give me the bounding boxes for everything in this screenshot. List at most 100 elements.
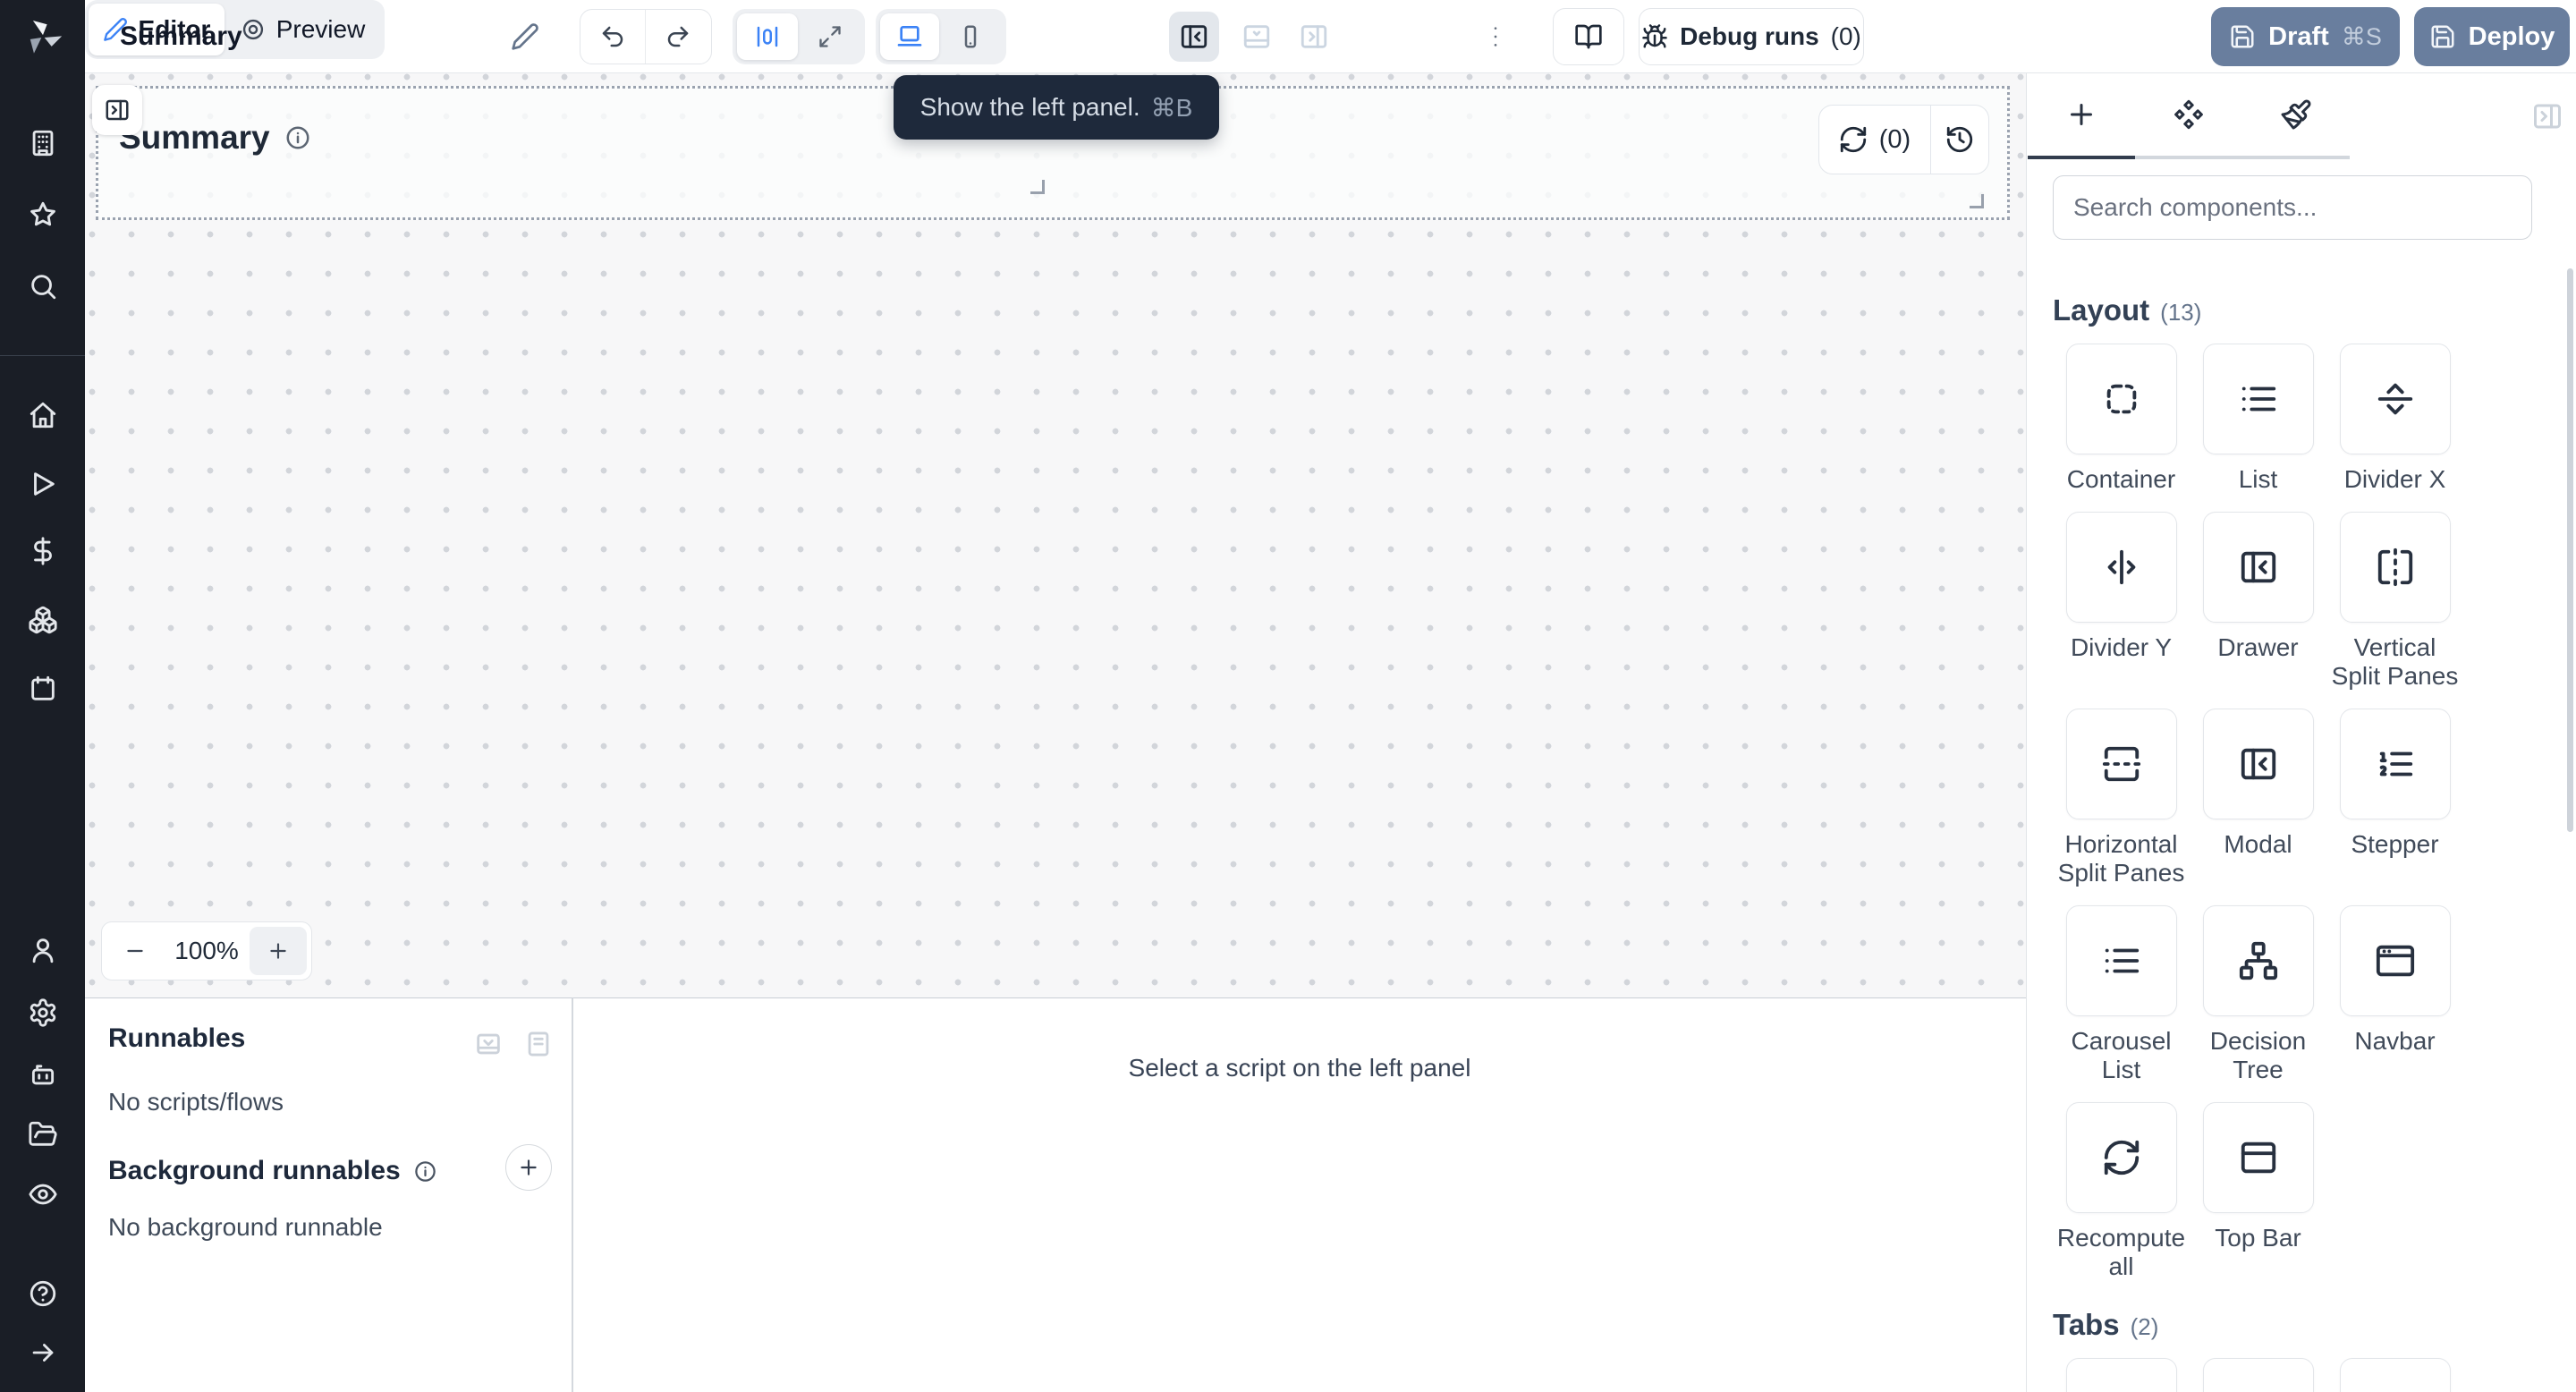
app-canvas[interactable]: Summary (0) Show the left panel. ⌘B 100% bbox=[85, 73, 2026, 997]
mobile-view-button[interactable] bbox=[943, 13, 998, 60]
tab-insert-component[interactable] bbox=[2028, 73, 2135, 159]
zoom-out-button[interactable] bbox=[106, 927, 164, 975]
debug-runs-button[interactable]: Debug runs (0) bbox=[1639, 8, 1864, 65]
sidebar-item-settings[interactable] bbox=[0, 991, 85, 1034]
tooltip-shortcut: ⌘B bbox=[1151, 93, 1193, 123]
network-icon bbox=[2238, 940, 2279, 981]
sidebar-item-folder-open[interactable] bbox=[0, 1113, 85, 1156]
zoom-control: 100% bbox=[101, 921, 312, 980]
sidebar-item-star[interactable] bbox=[0, 193, 85, 236]
sidebar-item-play[interactable] bbox=[0, 463, 85, 505]
list-icon bbox=[2238, 378, 2279, 420]
tab-preview[interactable]: Preview bbox=[228, 4, 377, 55]
more-menu-button[interactable] bbox=[1478, 12, 1513, 62]
sidebar-item-home[interactable] bbox=[0, 394, 85, 437]
sidebar-item-search[interactable] bbox=[0, 265, 85, 308]
toggle-left-panel-button[interactable] bbox=[1169, 12, 1219, 62]
notes-icon[interactable] bbox=[523, 1029, 554, 1059]
component-card-carousel-list[interactable]: Carousel List bbox=[2053, 905, 2190, 1084]
component-card-list[interactable]: List bbox=[2190, 344, 2326, 494]
history-button[interactable] bbox=[1931, 106, 1988, 174]
eye-icon bbox=[28, 1179, 58, 1210]
runnables-title: Runnables bbox=[108, 1023, 245, 1054]
desktop-view-button[interactable] bbox=[880, 13, 939, 60]
sidebar-item-bot[interactable] bbox=[0, 1053, 85, 1096]
draft-button[interactable]: Draft ⌘S bbox=[2211, 7, 2400, 66]
windmill-logo[interactable] bbox=[0, 0, 85, 73]
undo-button[interactable] bbox=[580, 10, 645, 64]
component-card-partial[interactable] bbox=[2053, 1358, 2190, 1392]
topbar: Summary Debug runs (0) Editor bbox=[85, 0, 2576, 73]
undo-icon bbox=[599, 23, 626, 50]
section-count: (13) bbox=[2160, 299, 2201, 327]
user-icon bbox=[28, 935, 58, 965]
component-card-box bbox=[2340, 905, 2451, 1016]
save-icon bbox=[2229, 23, 2256, 50]
component-card-recompute-all[interactable]: Recompute all bbox=[2053, 1102, 2190, 1281]
component-card-label: Divider X bbox=[2326, 465, 2463, 494]
open-panel-button[interactable] bbox=[92, 85, 142, 135]
folder-open-icon bbox=[28, 1119, 58, 1150]
more-vertical-icon bbox=[1481, 22, 1510, 51]
sidebar-item-boxes[interactable] bbox=[0, 598, 85, 641]
component-card-box bbox=[2203, 344, 2314, 454]
collapse-right-panel-icon[interactable] bbox=[2531, 100, 2563, 132]
component-card-label: Decision Tree bbox=[2190, 1027, 2326, 1084]
component-card-top-bar[interactable]: Top Bar bbox=[2190, 1102, 2326, 1281]
component-card-partial[interactable] bbox=[2190, 1358, 2326, 1392]
sidebar-item-building[interactable] bbox=[0, 122, 85, 165]
scrollbar-thumb[interactable] bbox=[2567, 268, 2573, 832]
docs-button[interactable] bbox=[1553, 8, 1624, 65]
sidebar-item-arrow-right[interactable] bbox=[0, 1331, 85, 1374]
sidebar-item-calendar[interactable] bbox=[0, 667, 85, 710]
component-card-divider-y[interactable]: Divider Y bbox=[2053, 512, 2190, 691]
sidebar-item-help-circle[interactable] bbox=[0, 1272, 85, 1315]
sidebar-item-dollar[interactable] bbox=[0, 530, 85, 573]
plus-icon bbox=[2065, 98, 2097, 131]
deploy-button[interactable]: Deploy bbox=[2414, 7, 2570, 66]
sidebar-item-eye[interactable] bbox=[0, 1173, 85, 1216]
component-card-box bbox=[2066, 1358, 2177, 1392]
component-card-box bbox=[2066, 512, 2177, 623]
component-card-partial[interactable] bbox=[2326, 1358, 2463, 1392]
zoom-level: 100% bbox=[164, 937, 250, 965]
zoom-in-button[interactable] bbox=[250, 927, 307, 975]
boxes-icon bbox=[28, 605, 58, 635]
refresh-icon bbox=[1838, 124, 1868, 155]
center-layout-button[interactable] bbox=[737, 13, 798, 60]
toggle-bottom-panel-button[interactable] bbox=[1232, 12, 1282, 62]
history-icon bbox=[1945, 124, 1975, 155]
tab-theme[interactable] bbox=[2242, 73, 2350, 159]
component-card-horizontal-split-panes[interactable]: Horizontal Split Panes bbox=[2053, 709, 2190, 887]
redo-button[interactable] bbox=[645, 10, 710, 64]
component-card-container[interactable]: Container bbox=[2053, 344, 2190, 494]
resize-handle[interactable] bbox=[1970, 194, 1984, 208]
search-input[interactable] bbox=[2053, 175, 2532, 240]
resize-handle[interactable] bbox=[1030, 180, 1045, 194]
app-title: Summary bbox=[120, 0, 242, 73]
component-library-panel: Layout (13) ContainerListDivider X Divider … bbox=[2026, 73, 2576, 1392]
component-card-label: Drawer bbox=[2190, 633, 2326, 662]
component-card-stepper[interactable]: Stepper bbox=[2326, 709, 2463, 887]
play-icon bbox=[28, 469, 58, 499]
dock-bottom-icon[interactable] bbox=[473, 1029, 504, 1059]
sidebar-item-user[interactable] bbox=[0, 929, 85, 972]
app-window-icon bbox=[2375, 940, 2416, 981]
component-card-modal[interactable]: Modal bbox=[2190, 709, 2326, 887]
component-card-box bbox=[2203, 905, 2314, 1016]
component-card-decision-tree[interactable]: Decision Tree bbox=[2190, 905, 2326, 1084]
info-icon[interactable] bbox=[413, 1159, 437, 1184]
tab-components-settings[interactable] bbox=[2135, 73, 2242, 159]
calendar-icon bbox=[28, 674, 58, 704]
fullwidth-layout-button[interactable] bbox=[801, 13, 859, 60]
info-icon[interactable] bbox=[284, 124, 311, 151]
add-background-runnable-button[interactable] bbox=[505, 1144, 552, 1191]
refresh-button[interactable]: (0) bbox=[1819, 106, 1930, 174]
component-card-navbar[interactable]: Navbar bbox=[2326, 905, 2463, 1084]
edit-title-button[interactable] bbox=[505, 17, 545, 56]
component-card-divider-x[interactable]: Divider X bbox=[2326, 344, 2463, 494]
component-card-vertical-split-panes[interactable]: Vertical Split Panes bbox=[2326, 512, 2463, 691]
section-title: Layout bbox=[2053, 293, 2149, 327]
toggle-right-panel-button[interactable] bbox=[1289, 12, 1339, 62]
component-card-drawer[interactable]: Drawer bbox=[2190, 512, 2326, 691]
